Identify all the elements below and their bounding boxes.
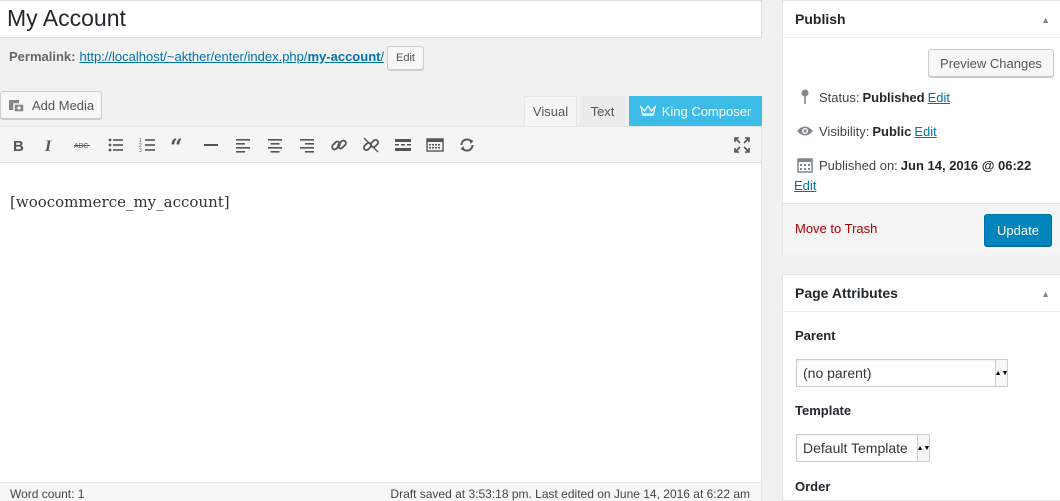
order-label: Order	[795, 479, 831, 494]
status-value: Published	[862, 89, 925, 105]
publish-heading: Publish	[795, 11, 846, 27]
calendar-icon	[795, 157, 815, 173]
word-count: Word count: 1	[10, 487, 85, 501]
title-text: My Account	[7, 5, 126, 31]
fullscreen-icon[interactable]	[731, 135, 753, 155]
template-select[interactable]: Default Template ▲▼	[796, 434, 930, 462]
svg-text:3: 3	[139, 148, 142, 154]
visibility-value: Public	[872, 123, 912, 139]
publish-actions: Move to Trash Update	[783, 203, 1060, 255]
crown-icon	[639, 104, 656, 119]
align-left-icon[interactable]	[232, 135, 254, 155]
align-center-icon[interactable]	[264, 135, 286, 155]
tab-text[interactable]: Text	[580, 96, 625, 126]
permalink-link[interactable]: http://localhost/~akther/enter/index.php…	[79, 49, 384, 64]
page-attributes-header[interactable]: Page Attributes ▲	[783, 275, 1060, 312]
published-edit-link[interactable]: Edit	[794, 178, 816, 193]
editor-content[interactable]: [woocommerce_my_account]	[10, 193, 230, 211]
italic-icon[interactable]: I	[39, 135, 61, 155]
status-label: Status:	[819, 89, 860, 105]
read-more-icon[interactable]	[392, 135, 414, 155]
parent-label: Parent	[795, 328, 836, 343]
page-attributes-heading: Page Attributes	[795, 285, 898, 301]
parent-select-value: (no parent)	[803, 365, 872, 381]
editor-toolbar: B I ABC 123 “	[0, 127, 761, 163]
content-editor: B I ABC 123 “ [woocommerce_my_account] W…	[0, 126, 762, 501]
collapse-arrow-icon[interactable]: ▲	[1041, 289, 1050, 299]
numbered-list-icon[interactable]: 123	[137, 135, 159, 155]
align-right-icon[interactable]	[296, 135, 318, 155]
svg-text:I: I	[44, 138, 52, 154]
template-select-value: Default Template	[803, 440, 908, 456]
add-media-label: Add Media	[32, 97, 95, 113]
unlink-icon[interactable]	[360, 135, 382, 155]
king-composer-label: King Composer	[661, 103, 752, 119]
preview-changes-button[interactable]: Preview Changes	[928, 49, 1054, 77]
published-on-row: Published on: Jun 14, 2016 @ 06:22	[795, 157, 1034, 173]
publish-box-header[interactable]: Publish ▲	[783, 1, 1060, 38]
move-to-trash-link[interactable]: Move to Trash	[795, 221, 877, 236]
published-label: Published on:	[819, 157, 898, 173]
status-edit-link[interactable]: Edit	[928, 90, 950, 105]
select-arrow-icon: ▲▼	[995, 360, 1008, 386]
pin-icon	[795, 89, 815, 105]
svg-text:ABC: ABC	[74, 143, 88, 150]
visibility-edit-link[interactable]: Edit	[914, 124, 936, 139]
template-label: Template	[795, 403, 852, 418]
media-icon	[9, 97, 25, 113]
tab-king-composer[interactable]: King Composer	[629, 96, 762, 126]
tab-visual[interactable]: Visual	[524, 96, 577, 126]
toolbar-toggle-icon[interactable]	[424, 135, 446, 155]
post-editor-screen: My Account Permalink: http://localhost/~…	[0, 0, 1060, 501]
strikethrough-icon[interactable]: ABC	[72, 135, 94, 155]
permalink-label: Permalink:	[9, 49, 76, 64]
permalink-row: Permalink: http://localhost/~akther/ente…	[9, 49, 384, 64]
link-icon[interactable]	[328, 135, 350, 155]
blockquote-icon[interactable]: “	[168, 135, 190, 155]
status-row: Status: Published Edit	[795, 89, 950, 105]
bullet-list-icon[interactable]	[105, 135, 127, 155]
select-arrow-icon: ▲▼	[917, 435, 930, 461]
publish-box: Publish ▲ Preview Changes Status: Publis…	[782, 0, 1060, 255]
editor-statusbar: Word count: 1 Draft saved at 3:53:18 pm.…	[0, 482, 761, 501]
title-input[interactable]: My Account	[0, 0, 762, 38]
add-media-button[interactable]: Add Media	[0, 91, 102, 119]
page-attributes-box: Page Attributes ▲ Parent (no parent) ▲▼ …	[782, 274, 1060, 501]
parent-select[interactable]: (no parent) ▲▼	[796, 359, 1008, 387]
update-button[interactable]: Update	[984, 214, 1052, 246]
bold-icon[interactable]: B	[8, 135, 30, 155]
visibility-label: Visibility:	[819, 123, 870, 139]
horizontal-line-icon[interactable]	[200, 135, 222, 155]
published-value: Jun 14, 2016 @ 06:22	[900, 157, 1032, 173]
refresh-icon[interactable]	[456, 135, 478, 155]
draft-status: Draft saved at 3:53:18 pm. Last edited o…	[390, 487, 750, 501]
eye-icon	[795, 123, 815, 139]
svg-text:B: B	[13, 138, 24, 154]
edit-permalink-button[interactable]: Edit	[387, 46, 424, 70]
visibility-row: Visibility: Public Edit	[795, 123, 937, 139]
collapse-arrow-icon[interactable]: ▲	[1041, 15, 1050, 25]
svg-text:“: “	[170, 136, 183, 154]
